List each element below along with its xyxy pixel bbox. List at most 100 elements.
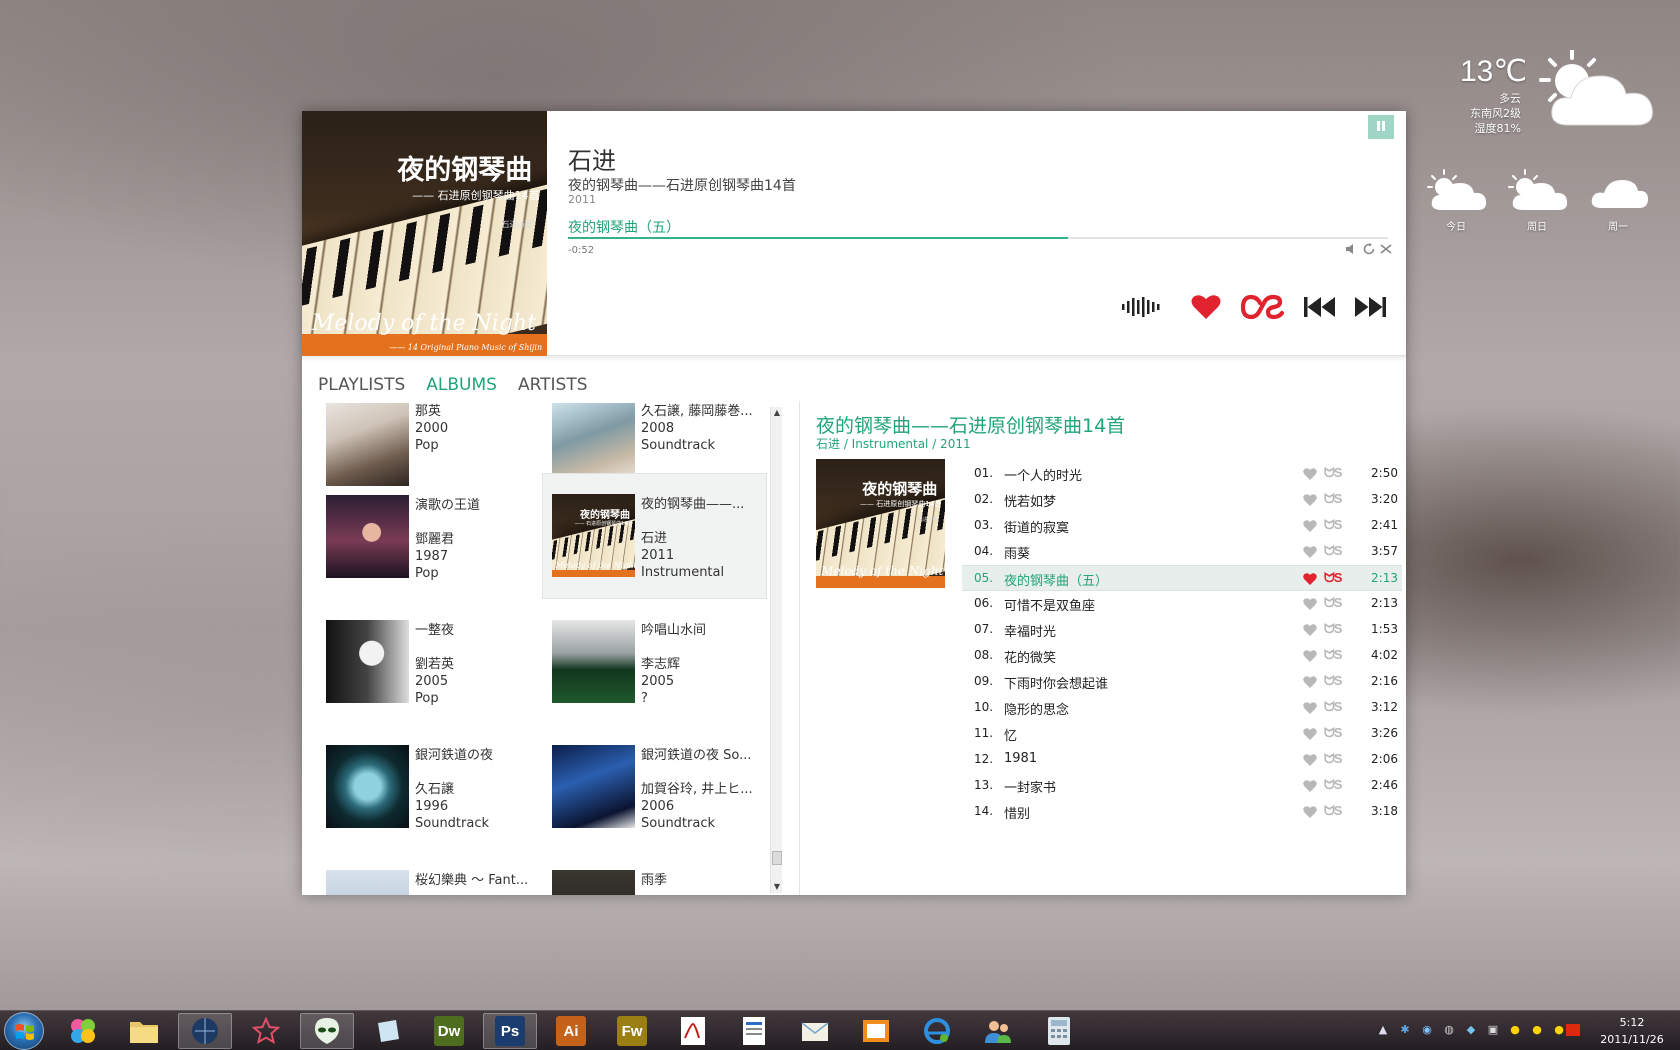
previous-button[interactable]: [1302, 291, 1338, 323]
heart-icon[interactable]: [1303, 701, 1317, 715]
security-icon[interactable]: ◆: [1464, 1023, 1478, 1037]
tab-albums[interactable]: ALBUMS: [426, 375, 497, 395]
lastfm-scrobble-icon[interactable]: ᗢS: [1324, 595, 1342, 611]
taskbar-contacts-button[interactable]: [971, 1013, 1025, 1049]
now-playing-artist[interactable]: 石进: [568, 141, 616, 176]
tab-playlists[interactable]: PLAYLISTS: [318, 375, 405, 395]
album-tile-selected[interactable]: 夜的钢琴曲 —— 石进原创钢琴曲14首 Melody of the Night …: [542, 473, 767, 599]
lastfm-scrobble-icon[interactable]: ᗢS: [1324, 777, 1342, 793]
heart-icon[interactable]: [1303, 493, 1317, 507]
taskbar-alien-app-button[interactable]: [300, 1013, 354, 1049]
qq-icon[interactable]: ●: [1508, 1023, 1522, 1037]
pause-button[interactable]: [1368, 115, 1394, 139]
tab-artists[interactable]: ARTISTS: [518, 375, 588, 395]
track-row-playing[interactable]: 05. 夜的钢琴曲（五） ᗢS 2:13: [962, 565, 1402, 591]
scrollbar-thumb[interactable]: [772, 851, 782, 865]
shuffle-icon[interactable]: [1379, 243, 1393, 257]
taskbar-globe-app-button[interactable]: [178, 1013, 232, 1049]
heart-icon[interactable]: [1303, 675, 1317, 689]
lastfm-scrobble-icon[interactable]: ᗢS: [1324, 491, 1342, 507]
track-row[interactable]: 11. 忆 ᗢS 3:26: [962, 721, 1402, 747]
lastfm-scrobble-icon[interactable]: ᗢS: [1324, 465, 1342, 481]
track-row[interactable]: 14. 惜别 ᗢS 3:18: [962, 799, 1402, 825]
heart-icon[interactable]: [1303, 597, 1317, 611]
taskbar-photoshop-button[interactable]: Ps: [483, 1013, 537, 1049]
track-row[interactable]: 02. 恍若如梦 ᗢS 3:20: [962, 487, 1402, 513]
network-app-icon[interactable]: ◉: [1420, 1023, 1434, 1037]
track-row[interactable]: 07. 幸福时光 ᗢS 1:53: [962, 617, 1402, 643]
lastfm-scrobble-icon[interactable]: ᗢS: [1324, 699, 1342, 715]
lastfm-button[interactable]: [1239, 291, 1287, 323]
volume-icon[interactable]: [1344, 243, 1358, 257]
sync-icon[interactable]: ◍: [1442, 1023, 1456, 1037]
show-hidden-icons[interactable]: ▲: [1376, 1023, 1390, 1037]
progress-bar[interactable]: [568, 237, 1388, 239]
love-button[interactable]: [1189, 291, 1223, 323]
album-tile[interactable]: 銀河鉄道の夜 久石譲 1996 Soundtrack: [318, 725, 543, 850]
track-row[interactable]: 03. 街道的寂寞 ᗢS 2:41: [962, 513, 1402, 539]
track-row[interactable]: 08. 花的微笑 ᗢS 4:02: [962, 643, 1402, 669]
heart-icon[interactable]: [1303, 519, 1317, 533]
album-tile[interactable]: 一整夜 劉若英 2005 Pop: [318, 600, 543, 725]
lastfm-scrobble-icon[interactable]: ᗢS: [1324, 803, 1342, 819]
heart-icon[interactable]: [1303, 649, 1317, 663]
heart-icon[interactable]: [1303, 623, 1317, 637]
taskbar-folder-button[interactable]: [117, 1013, 171, 1049]
lastfm-scrobble-icon[interactable]: ᗢS: [1324, 570, 1342, 586]
taskbar-media-button[interactable]: [849, 1013, 903, 1049]
heart-icon[interactable]: [1303, 467, 1317, 481]
heart-icon[interactable]: [1303, 572, 1317, 586]
track-row[interactable]: 13. 一封家书 ᗢS 2:46: [962, 773, 1402, 799]
track-row[interactable]: 01. 一个人的时光 ᗢS 2:50: [962, 461, 1402, 487]
heart-icon[interactable]: [1303, 753, 1317, 767]
taskbar-notes-app-button[interactable]: [361, 1013, 415, 1049]
album-tile[interactable]: 演歌の王道 鄧麗君 1987 Pop: [318, 475, 543, 600]
repeat-icon[interactable]: [1362, 243, 1376, 257]
lastfm-scrobble-icon[interactable]: ᗢS: [1324, 673, 1342, 689]
equalizer-button[interactable]: [1120, 291, 1164, 323]
album-detail-subtitle[interactable]: 石进 / Instrumental / 2011: [816, 435, 971, 452]
lastfm-scrobble-icon[interactable]: ᗢS: [1324, 647, 1342, 663]
next-button[interactable]: [1352, 291, 1388, 323]
album-tile[interactable]: 吟唱山水间 李志辉 2005 ?: [544, 600, 769, 725]
track-row[interactable]: 10. 隐形的思念 ᗢS 3:12: [962, 695, 1402, 721]
album-tile[interactable]: 銀河鉄道の夜 So... 加賀谷玲, 井上ヒ... 2006 Soundtrac…: [544, 725, 769, 850]
taskbar-fireworks-button[interactable]: Fw: [605, 1013, 659, 1049]
album-tile[interactable]: 雨季: [544, 850, 769, 895]
language-flag-icon[interactable]: [1566, 1024, 1580, 1036]
album-tile[interactable]: 桜幻樂典 ～ Fant...: [318, 850, 543, 895]
taskbar-pinwheel-button[interactable]: [56, 1013, 110, 1049]
monitor-icon[interactable]: ▣: [1486, 1023, 1500, 1037]
now-playing-album-art[interactable]: 夜的钢琴曲 —— 石进原创钢琴曲14首 石进◎著 Melody of the N…: [302, 111, 547, 356]
bluetooth-icon[interactable]: ✱: [1398, 1023, 1412, 1037]
taskbar-calculator-button[interactable]: [1032, 1013, 1086, 1049]
heart-icon[interactable]: [1303, 805, 1317, 819]
scroll-up-icon[interactable]: ▲: [771, 407, 783, 419]
album-detail-cover[interactable]: 夜的钢琴曲 —— 石进原创钢琴曲14首 石进◎著 Melody of the N…: [816, 459, 945, 588]
scroll-down-icon[interactable]: ▼: [771, 881, 783, 893]
system-clock[interactable]: 5:12 2011/11/26: [1588, 1014, 1676, 1048]
taskbar-star-app-button[interactable]: [239, 1013, 293, 1049]
taskbar-illustrator-button[interactable]: Ai: [544, 1013, 598, 1049]
lastfm-scrobble-icon[interactable]: ᗢS: [1324, 751, 1342, 767]
taskbar-ie-button[interactable]: [910, 1013, 964, 1049]
album-grid-scrollbar[interactable]: ▲ ▼: [770, 407, 782, 893]
track-row[interactable]: 06. 可惜不是双鱼座 ᗢS 2:13: [962, 591, 1402, 617]
start-button[interactable]: [4, 1012, 44, 1050]
heart-icon[interactable]: [1303, 779, 1317, 793]
heart-icon[interactable]: [1303, 727, 1317, 741]
track-row[interactable]: 09. 下雨时你会想起谁 ᗢS 2:16: [962, 669, 1402, 695]
track-row[interactable]: 12. 1981 ᗢS 2:06: [962, 747, 1402, 773]
qq-icon[interactable]: ●: [1552, 1023, 1566, 1037]
lastfm-scrobble-icon[interactable]: ᗢS: [1324, 621, 1342, 637]
qq-icon[interactable]: ●: [1530, 1023, 1544, 1037]
now-playing-album[interactable]: 夜的钢琴曲——石进原创钢琴曲14首: [568, 175, 796, 195]
track-row[interactable]: 04. 雨葵 ᗢS 3:57: [962, 539, 1402, 565]
heart-icon[interactable]: [1303, 545, 1317, 559]
weather-widget[interactable]: 13℃ 多云 东南风2级 湿度81% 今日 周日 周一: [1427, 50, 1675, 250]
lastfm-scrobble-icon[interactable]: ᗢS: [1324, 543, 1342, 559]
lastfm-scrobble-icon[interactable]: ᗢS: [1324, 517, 1342, 533]
taskbar-document-button[interactable]: [727, 1013, 781, 1049]
lastfm-scrobble-icon[interactable]: ᗢS: [1324, 725, 1342, 741]
taskbar-mail-button[interactable]: [788, 1013, 842, 1049]
